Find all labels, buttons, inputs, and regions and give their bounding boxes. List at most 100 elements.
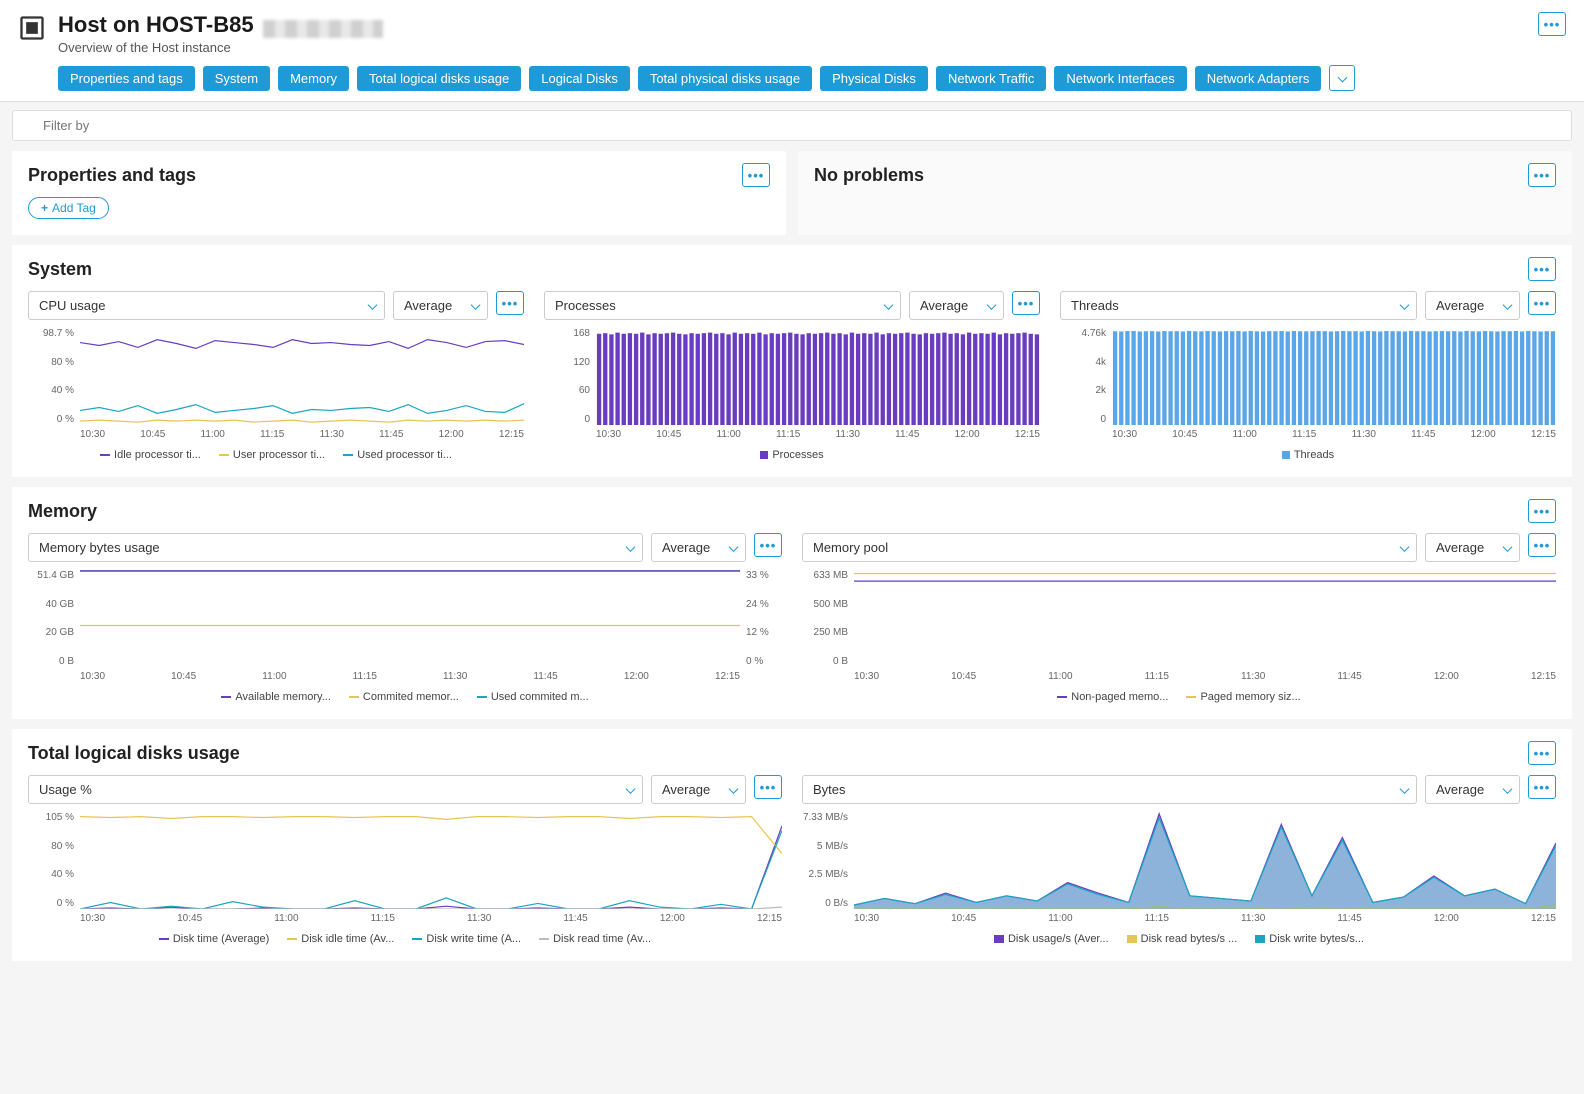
nav-pill-physical-disks[interactable]: Physical Disks	[820, 66, 928, 91]
legend-swatch	[1057, 696, 1067, 698]
x-axis: 10:3010:4511:0011:1511:3011:4512:0012:15	[80, 429, 524, 443]
y-axis: 633 MB500 MB250 MB0 B	[802, 570, 852, 667]
legend-item[interactable]: Threads	[1282, 449, 1334, 461]
legend-item[interactable]: Used commited m...	[477, 691, 589, 703]
chart-metric-select[interactable]: Threads	[1060, 291, 1417, 320]
legend-swatch	[760, 451, 768, 459]
legend-item[interactable]: Used processor ti...	[343, 449, 452, 461]
legend-label: Paged memory siz...	[1200, 691, 1300, 703]
chart-metric-select[interactable]: Memory pool	[802, 533, 1417, 562]
y-axis: 105 %80 %40 %0 %	[28, 812, 78, 909]
legend-item[interactable]: Disk read bytes/s ...	[1127, 933, 1238, 945]
disks-more-button[interactable]: •••	[1528, 741, 1556, 765]
chart-more-button[interactable]: •••	[496, 291, 524, 315]
legend-label: Commited memor...	[363, 691, 459, 703]
x-axis: 10:3010:4511:0011:1511:3011:4512:0012:15	[596, 429, 1040, 443]
legend-swatch	[1282, 451, 1290, 459]
chart-aggregation-select[interactable]: Average	[1425, 291, 1520, 320]
nav-pill-network-interfaces[interactable]: Network Interfaces	[1054, 66, 1186, 91]
title-redacted	[263, 20, 383, 38]
legend-item[interactable]: Disk read time (Av...	[539, 933, 651, 945]
header-more-button[interactable]: •••	[1538, 12, 1566, 36]
problems-panel: No problems •••	[798, 151, 1572, 235]
legend-item[interactable]: Commited memor...	[349, 691, 459, 703]
y-axis: 7.33 MB/s5 MB/s2.5 MB/s0 B/s	[802, 812, 852, 909]
legend-item[interactable]: Disk usage/s (Aver...	[994, 933, 1109, 945]
legend-item[interactable]: Paged memory siz...	[1186, 691, 1300, 703]
chart-more-button[interactable]: •••	[1012, 291, 1040, 315]
chart-aggregation-select[interactable]: Average	[909, 291, 1004, 320]
chart-aggregation-select[interactable]: Average	[393, 291, 488, 320]
nav-pill-total-physical-disks-usage[interactable]: Total physical disks usage	[638, 66, 812, 91]
legend-swatch	[343, 454, 353, 456]
legend-item[interactable]: Disk idle time (Av...	[287, 933, 394, 945]
chart-metric-select[interactable]: Processes	[544, 291, 901, 320]
nav-pill-network-adapters[interactable]: Network Adapters	[1195, 66, 1322, 91]
chart-metric-select[interactable]: Usage %	[28, 775, 643, 804]
legend-item[interactable]: Disk write time (A...	[412, 933, 521, 945]
chart-metric-select[interactable]: Bytes	[802, 775, 1417, 804]
chart-legend: Processes	[544, 449, 1040, 461]
chart-legend: Threads	[1060, 449, 1556, 461]
chevron-down-icon	[472, 298, 479, 313]
legend-item[interactable]: Disk time (Average)	[159, 933, 269, 945]
chart-aggregation-select[interactable]: Average	[1425, 533, 1520, 562]
legend-item[interactable]: Non-paged memo...	[1057, 691, 1168, 703]
legend-label: Disk read bytes/s ...	[1141, 933, 1238, 945]
legend-swatch	[1186, 696, 1196, 698]
chevron-down-icon	[1504, 298, 1511, 313]
nav-pill-total-logical-disks-usage[interactable]: Total logical disks usage	[357, 66, 521, 91]
chevron-down-icon	[730, 782, 737, 797]
chart-aggregation-select[interactable]: Average	[651, 775, 746, 804]
x-axis: 10:3010:4511:0011:1511:3011:4512:0012:15	[80, 671, 740, 685]
filter-input[interactable]	[12, 110, 1572, 141]
chart-legend: Idle processor ti... User processor ti...…	[28, 449, 524, 461]
chevron-down-icon	[627, 782, 634, 797]
memory-more-button[interactable]: •••	[1528, 499, 1556, 523]
chart-metric-select[interactable]: Memory bytes usage	[28, 533, 643, 562]
chart-legend: Disk time (Average) Disk idle time (Av...…	[28, 933, 782, 945]
add-tag-button[interactable]: + Add Tag	[28, 197, 109, 219]
disks-title: Total logical disks usage	[28, 743, 240, 764]
legend-item[interactable]: User processor ti...	[219, 449, 325, 461]
legend-label: Used commited m...	[491, 691, 589, 703]
y-axis: 98.7 %80 %40 %0 %	[28, 328, 78, 425]
nav-pill-logical-disks[interactable]: Logical Disks	[529, 66, 630, 91]
legend-label: Non-paged memo...	[1071, 691, 1168, 703]
legend-swatch	[100, 454, 110, 456]
nav-pill-properties-and-tags[interactable]: Properties and tags	[58, 66, 195, 91]
properties-more-button[interactable]: •••	[742, 163, 770, 187]
system-more-button[interactable]: •••	[1528, 257, 1556, 281]
page-subtitle: Overview of the Host instance	[58, 40, 1526, 55]
legend-item[interactable]: Processes	[760, 449, 823, 461]
nav-pill-memory[interactable]: Memory	[278, 66, 349, 91]
memory-title: Memory	[28, 501, 97, 522]
y-axis: 4.76k4k2k0	[1060, 328, 1110, 425]
chart-aggregation-select[interactable]: Average	[651, 533, 746, 562]
legend-swatch	[221, 696, 231, 698]
nav-more-dropdown[interactable]	[1329, 65, 1355, 91]
legend-label: Disk time (Average)	[173, 933, 269, 945]
problems-more-button[interactable]: •••	[1528, 163, 1556, 187]
legend-item[interactable]: Disk write bytes/s...	[1255, 933, 1364, 945]
chart-more-button[interactable]: •••	[754, 533, 782, 557]
host-icon	[18, 14, 46, 42]
nav-pill-network-traffic[interactable]: Network Traffic	[936, 66, 1046, 91]
x-axis: 10:3010:4511:0011:1511:3011:4512:0012:15	[1112, 429, 1556, 443]
chevron-down-icon	[730, 540, 737, 555]
legend-swatch	[994, 935, 1004, 943]
chevron-down-icon	[885, 298, 892, 313]
chart-more-button[interactable]: •••	[1528, 533, 1556, 557]
chart-metric-select[interactable]: CPU usage	[28, 291, 385, 320]
chart-more-button[interactable]: •••	[1528, 291, 1556, 315]
y-axis-right: 33 %24 %12 %0 %	[742, 570, 782, 667]
x-axis: 10:3010:4511:0011:1511:3011:4512:0012:15	[854, 913, 1556, 927]
legend-item[interactable]: Available memory...	[221, 691, 331, 703]
chart-aggregation-select[interactable]: Average	[1425, 775, 1520, 804]
chart-more-button[interactable]: •••	[754, 775, 782, 799]
chart-processes: ProcessesAverage•••16812060010:3010:4511…	[544, 291, 1040, 461]
nav-pill-system[interactable]: System	[203, 66, 270, 91]
legend-label: Disk idle time (Av...	[301, 933, 394, 945]
chart-more-button[interactable]: •••	[1528, 775, 1556, 799]
legend-item[interactable]: Idle processor ti...	[100, 449, 201, 461]
